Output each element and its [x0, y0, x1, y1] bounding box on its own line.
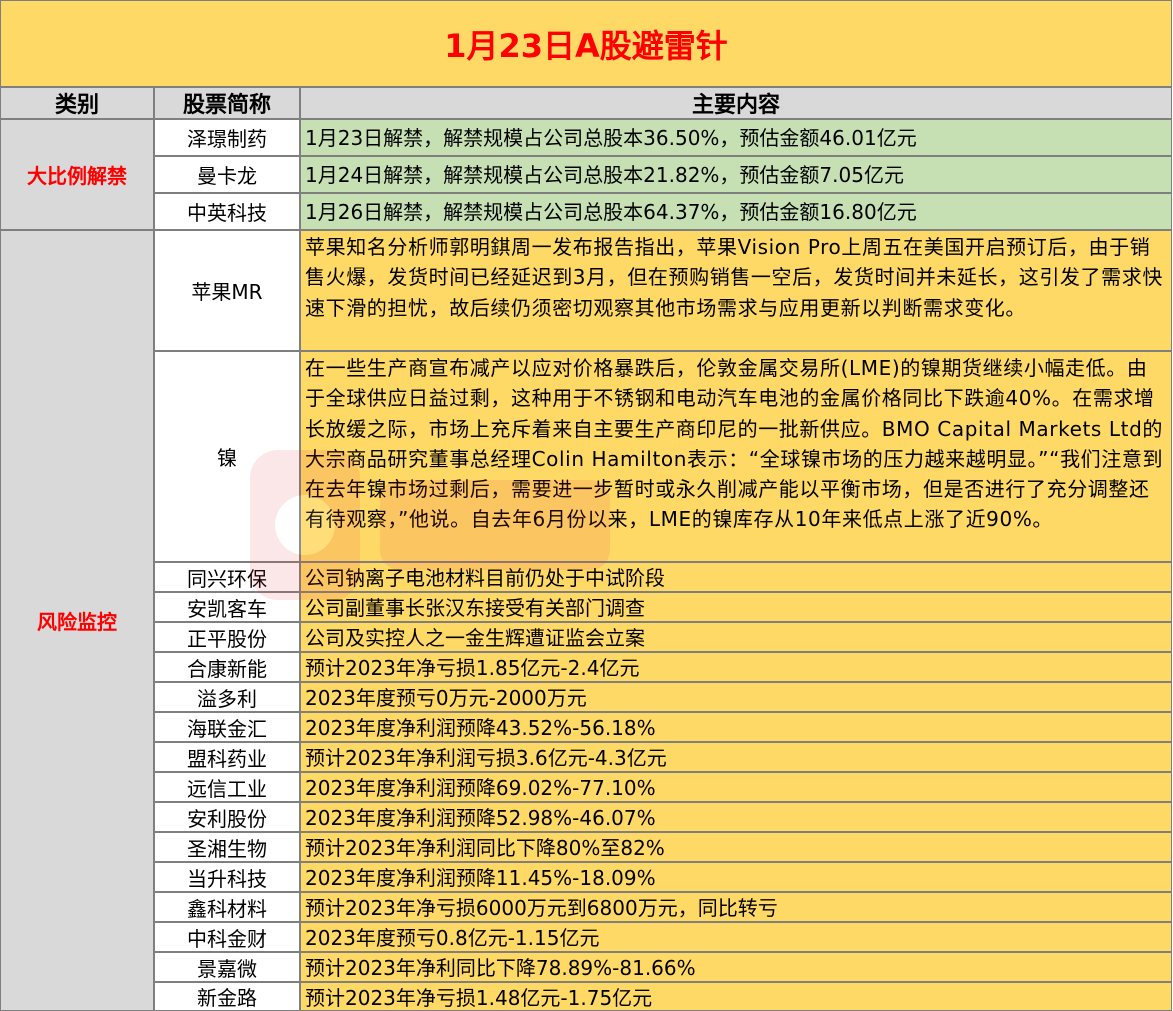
- row-content: 公司副董事长张汉东接受有关部门调查: [300, 592, 1172, 622]
- stock-name: 正平股份: [154, 622, 300, 652]
- row-content: 公司及实控人之一金生辉遭证监会立案: [300, 622, 1172, 652]
- stock-name: 苹果MR: [154, 230, 300, 351]
- header-stock: 股票简称: [154, 87, 300, 119]
- row-content: 2023年度净利润预降69.02%-77.10%: [300, 772, 1172, 802]
- stock-name: 中科金财: [154, 922, 300, 952]
- row-content: 预计2023年净亏损1.48亿元-1.75亿元: [300, 982, 1172, 1011]
- header-category: 类别: [0, 87, 154, 119]
- row-content: 预计2023年净利润同比下降80%至82%: [300, 832, 1172, 862]
- category-risk: 风险监控: [0, 230, 154, 1011]
- row-content: 1月26日解禁，解禁规模占公司总股本64.37%，预估金额16.80亿元: [300, 193, 1172, 230]
- row-content: 1月24日解禁，解禁规模占公司总股本21.82%，预估金额7.05亿元: [300, 156, 1172, 193]
- stock-name: 泽璟制药: [154, 119, 300, 156]
- stock-name: 圣湘生物: [154, 832, 300, 862]
- row-content: 预计2023年净利润亏损3.6亿元-4.3亿元: [300, 742, 1172, 772]
- row-content: 2023年度预亏0万元-2000万元: [300, 682, 1172, 712]
- row-content: 在一些生产商宣布减产以应对价格暴跌后，伦敦金属交易所(LME)的镍期货继续小幅走…: [300, 351, 1172, 562]
- stock-name: 安利股份: [154, 802, 300, 832]
- stock-name: 盟科药业: [154, 742, 300, 772]
- row-content: 2023年度净利润预降43.52%-56.18%: [300, 712, 1172, 742]
- stock-name: 同兴环保: [154, 562, 300, 592]
- category-unlock: 大比例解禁: [0, 119, 154, 230]
- stock-name: 合康新能: [154, 652, 300, 682]
- stock-name: 远信工业: [154, 772, 300, 802]
- row-content: 2023年度预亏0.8亿元-1.15亿元: [300, 922, 1172, 952]
- stock-name: 安凯客车: [154, 592, 300, 622]
- row-content: 2023年度净利润预降11.45%-18.09%: [300, 862, 1172, 892]
- stock-name: 鑫科材料: [154, 892, 300, 922]
- row-content: 预计2023年净利同比下降78.89%-81.66%: [300, 952, 1172, 982]
- spreadsheet: 1月23日A股避雷针 类别 股票简称 主要内容 大比例解禁 风险监控 泽璟制药 …: [0, 0, 1173, 1011]
- header-content: 主要内容: [300, 87, 1172, 119]
- stock-name: 溢多利: [154, 682, 300, 712]
- stock-name: 曼卡龙: [154, 156, 300, 193]
- stock-name: 当升科技: [154, 862, 300, 892]
- row-content: 2023年度净利润预降52.98%-46.07%: [300, 802, 1172, 832]
- row-content: 公司钠离子电池材料目前仍处于中试阶段: [300, 562, 1172, 592]
- stock-name: 镍: [154, 351, 300, 562]
- stock-name: 中英科技: [154, 193, 300, 230]
- page-title: 1月23日A股避雷针: [0, 0, 1172, 87]
- stock-name: 景嘉微: [154, 952, 300, 982]
- row-content: 预计2023年净亏损1.85亿元-2.4亿元: [300, 652, 1172, 682]
- stock-name: 新金路: [154, 982, 300, 1011]
- row-content: 1月23日解禁，解禁规模占公司总股本36.50%，预估金额46.01亿元: [300, 119, 1172, 156]
- row-content: 苹果知名分析师郭明錤周一发布报告指出，苹果Vision Pro上周五在美国开启预…: [300, 230, 1172, 351]
- stock-name: 海联金汇: [154, 712, 300, 742]
- row-content: 预计2023年净亏损6000万元到6800万元，同比转亏: [300, 892, 1172, 922]
